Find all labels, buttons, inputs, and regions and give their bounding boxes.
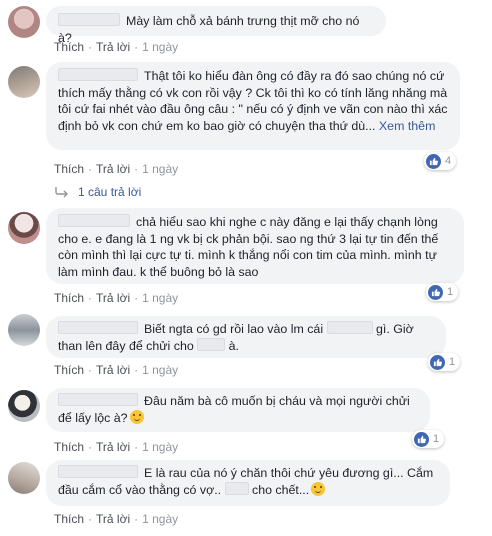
comment-text-part-2: cho chết... xyxy=(252,482,310,497)
comment-bubble: Thật tôi ko hiểu đàn ông có đầy ra đó sa… xyxy=(46,62,460,150)
comment-text-part-1: Biết ngta có gd rồi lao vào lm cái xyxy=(144,322,324,336)
like-link[interactable]: Thích xyxy=(54,162,84,176)
timestamp[interactable]: 1 ngày xyxy=(142,162,178,176)
author-name-redacted[interactable] xyxy=(58,68,138,81)
smirk-emoji-icon xyxy=(311,481,326,496)
comment-actions: Thích · Trả lời · 1 ngày xyxy=(54,291,178,305)
separator: · xyxy=(134,291,139,305)
like-link[interactable]: Thích xyxy=(54,40,84,54)
view-replies-link[interactable]: 1 câu trả lời xyxy=(54,185,141,199)
avatar[interactable] xyxy=(8,314,40,346)
separator: · xyxy=(134,363,139,377)
author-name-redacted[interactable] xyxy=(58,393,138,406)
avatar[interactable] xyxy=(8,390,40,422)
separator: · xyxy=(88,440,93,454)
like-link[interactable]: Thích xyxy=(54,291,84,305)
comment-actions: Thích · Trả lời · 1 ngày xyxy=(54,440,178,454)
timestamp[interactable]: 1 ngày xyxy=(142,291,178,305)
replies-count-label: 1 câu trả lời xyxy=(78,185,142,199)
separator: · xyxy=(88,162,93,176)
reply-link[interactable]: Trả lời xyxy=(96,363,130,377)
comment-bubble: chả hiểu sao khi nghe c này đăng e lại t… xyxy=(46,208,464,284)
comment-actions: Thích · Trả lời · 1 ngày xyxy=(54,512,178,526)
comment-thread: Mày làm chỗ xả bánh trưng thịt mỡ cho nó… xyxy=(0,0,492,536)
redacted-text xyxy=(197,337,226,351)
reaction-number: 1 xyxy=(433,433,440,445)
reaction-count[interactable]: 1 xyxy=(412,430,445,448)
separator: · xyxy=(88,291,93,305)
timestamp[interactable]: 1 ngày xyxy=(142,363,178,377)
comment-bubble: Mày làm chỗ xả bánh trưng thịt mỡ cho nó… xyxy=(46,6,386,45)
avatar[interactable] xyxy=(8,6,40,38)
comment-bubble: Đâu năm bà cô muốn bị cháu và mọi người … xyxy=(46,388,430,432)
like-link[interactable]: Thích xyxy=(54,363,84,377)
reaction-count[interactable]: 1 xyxy=(428,353,461,371)
avatar[interactable] xyxy=(8,212,40,244)
timestamp[interactable]: 1 ngày xyxy=(142,440,178,454)
comment-actions: Thích · Trả lời · 1 ngày xyxy=(54,40,178,54)
reaction-number: 1 xyxy=(447,286,454,298)
comment-bubble: E là rau của nó ý chăn thôi chứ yêu đươn… xyxy=(46,460,450,506)
comment-actions: Thích · Trả lời · 1 ngày xyxy=(54,363,178,377)
reaction-number: 1 xyxy=(449,356,456,368)
reaction-count[interactable]: 1 xyxy=(426,283,459,301)
like-reaction-icon xyxy=(428,284,443,300)
reply-link[interactable]: Trả lời xyxy=(96,162,130,176)
comment-bubble: Biết ngta có gd rồi lao vào lm cái gì. G… xyxy=(46,316,446,358)
author-name-redacted[interactable] xyxy=(58,465,138,478)
redacted-text xyxy=(326,321,373,334)
avatar[interactable] xyxy=(8,462,40,494)
like-reaction-icon xyxy=(414,431,429,447)
smile-emoji-icon xyxy=(129,409,144,424)
author-name-redacted[interactable] xyxy=(58,321,138,334)
reply-link[interactable]: Trả lời xyxy=(96,512,130,526)
see-more-link[interactable]: Xem thêm xyxy=(379,119,435,133)
author-name-redacted[interactable] xyxy=(58,13,120,26)
separator: · xyxy=(134,512,139,526)
like-link[interactable]: Thích xyxy=(54,440,84,454)
reply-link[interactable]: Trả lời xyxy=(96,440,130,454)
reaction-count[interactable]: 4 xyxy=(424,152,457,170)
like-reaction-icon xyxy=(430,354,445,370)
redacted-text xyxy=(224,481,249,495)
like-link[interactable]: Thích xyxy=(54,512,84,526)
comment-actions: Thích · Trả lời · 1 ngày xyxy=(54,162,178,176)
like-reaction-icon xyxy=(426,153,441,169)
separator: · xyxy=(88,363,93,377)
reply-arrow-icon xyxy=(55,187,68,198)
comment-text-part-3: à. xyxy=(228,338,239,353)
timestamp[interactable]: 1 ngày xyxy=(142,512,178,526)
separator: · xyxy=(134,40,139,54)
reply-link[interactable]: Trả lời xyxy=(96,40,130,54)
separator: · xyxy=(88,40,93,54)
separator: · xyxy=(134,440,139,454)
reply-link[interactable]: Trả lời xyxy=(96,291,130,305)
author-name-redacted[interactable] xyxy=(58,214,130,227)
avatar[interactable] xyxy=(8,66,40,98)
separator: · xyxy=(88,512,93,526)
separator: · xyxy=(134,162,139,176)
timestamp[interactable]: 1 ngày xyxy=(142,40,178,54)
reaction-number: 4 xyxy=(445,155,452,167)
